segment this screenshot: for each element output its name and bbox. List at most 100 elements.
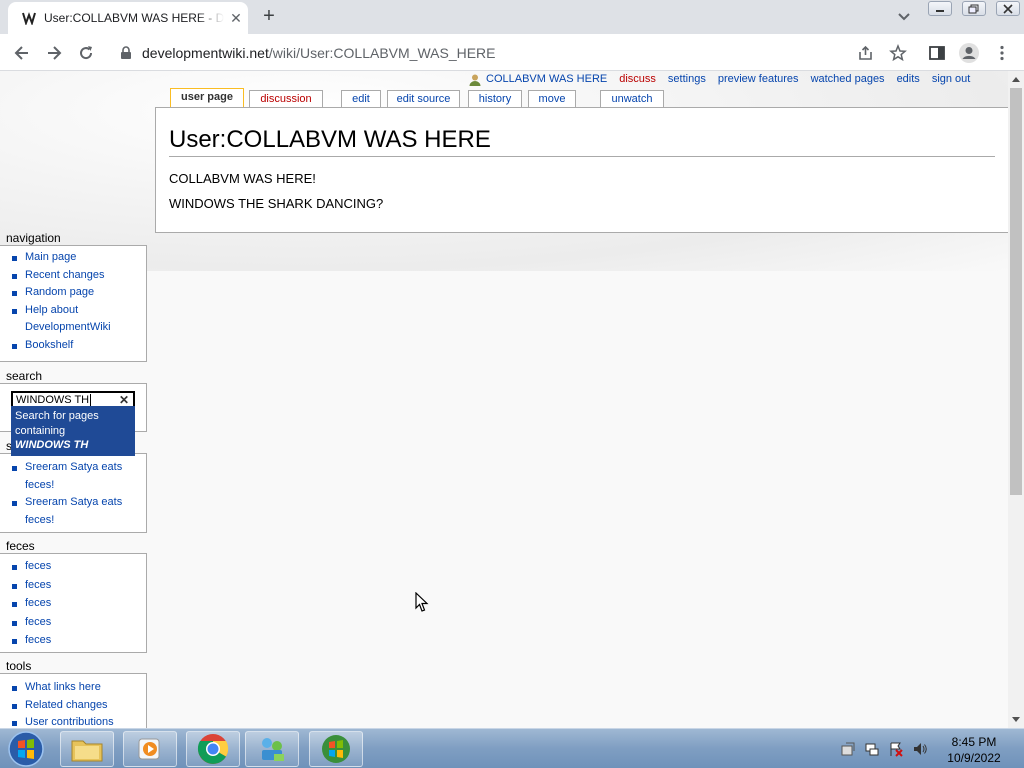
people-network-icon xyxy=(262,738,284,761)
side-panel-icon[interactable] xyxy=(928,44,946,62)
tab-edit[interactable]: edit xyxy=(341,90,381,108)
tab-edit-source[interactable]: edit source xyxy=(387,90,460,108)
tab-unwatch-link[interactable]: unwatch xyxy=(612,93,653,105)
sidebar-item-feces[interactable]: feces xyxy=(10,632,146,650)
navigation-portlet: Main page Recent changes Random page Hel… xyxy=(0,245,147,362)
sidebar-item-custom-2[interactable]: Sreeram Satya eats feces! xyxy=(10,494,146,529)
sidebar-item-feces-link[interactable]: feces xyxy=(25,579,51,591)
reload-icon[interactable] xyxy=(77,44,95,62)
share-icon[interactable] xyxy=(857,44,875,62)
sidebar-item-feces-link[interactable]: feces xyxy=(25,597,51,609)
taskbar-network-app[interactable] xyxy=(245,731,299,767)
profile-avatar-icon[interactable] xyxy=(959,43,979,63)
sidebar-item-related-changes[interactable]: Related changes xyxy=(10,697,146,715)
sidebar-item-user-contributions-link[interactable]: User contributions xyxy=(25,716,114,728)
sidebar-item-main-page[interactable]: Main page xyxy=(10,249,146,267)
sidebar-item-feces-link[interactable]: feces xyxy=(25,560,51,572)
tools-portlet: What links here Related changes User con… xyxy=(0,673,147,728)
custom-1-line2: feces! xyxy=(25,478,55,491)
lock-icon[interactable] xyxy=(120,46,132,59)
search-suggestion[interactable]: Search for pages containing WINDOWS TH xyxy=(11,406,135,456)
custom-2-line1: Sreeram Satya eats xyxy=(25,496,123,508)
sidebar-item-feces[interactable]: feces xyxy=(10,577,146,595)
sidebar-item-help[interactable]: Help about DevelopmentWiki xyxy=(10,302,146,337)
article-paragraph: COLLABVM WAS HERE! xyxy=(169,171,316,186)
taskbar-explorer[interactable] xyxy=(60,731,114,767)
sidebar-item-feces[interactable]: feces xyxy=(10,595,146,613)
sidebar-item-feces-link[interactable]: feces xyxy=(25,616,51,628)
sidebar-item-custom-1[interactable]: Sreeram Satya eats feces! xyxy=(10,459,146,494)
tab-edit-link[interactable]: edit xyxy=(352,93,370,105)
close-window-button[interactable] xyxy=(996,1,1020,16)
tab-move-link[interactable]: move xyxy=(539,93,566,105)
tab-edit-source-link[interactable]: edit source xyxy=(397,93,451,105)
personal-username-link[interactable]: COLLABVM WAS HERE xyxy=(486,73,607,87)
sidebar-item-recent-changes[interactable]: Recent changes xyxy=(10,267,146,285)
tab-history-link[interactable]: history xyxy=(479,93,511,105)
tab-move[interactable]: move xyxy=(528,90,576,108)
scroll-up-arrow-icon[interactable] xyxy=(1012,77,1020,82)
article-content: User:COLLABVM WAS HERE COLLABVM WAS HERE… xyxy=(155,107,1008,233)
new-tab-button[interactable]: + xyxy=(258,6,280,28)
folder-icon xyxy=(71,740,103,762)
sidebar-item-related-changes-link[interactable]: Related changes xyxy=(25,699,108,711)
sidebar-item-user-contributions[interactable]: User contributions xyxy=(10,714,146,728)
personal-edits-link[interactable]: edits xyxy=(897,73,920,87)
sidebar-item-random-page-link[interactable]: Random page xyxy=(25,286,94,298)
sidebar-item-random-page[interactable]: Random page xyxy=(10,284,146,302)
action-center-icon[interactable] xyxy=(840,741,856,757)
sidebar-item-custom-1-link[interactable]: Sreeram Satya eats feces! xyxy=(25,461,122,491)
browser-tab[interactable]: User:COLLABVM WAS HERE - DevelopmentWiki… xyxy=(8,2,248,34)
personal-watched-pages-link[interactable]: watched pages xyxy=(811,73,885,87)
menu-dots-icon[interactable] xyxy=(993,44,1011,62)
web-page: COLLABVM WAS HERE discuss settings previ… xyxy=(0,71,1008,728)
sidebar-item-feces[interactable]: feces xyxy=(10,558,146,576)
custom-portlet: Sreeram Satya eats feces! Sreeram Satya e… xyxy=(0,453,147,533)
media-player-icon xyxy=(138,738,160,760)
taskbar-windows-app[interactable] xyxy=(309,731,363,767)
volume-icon[interactable] xyxy=(912,741,928,757)
sidebar-item-recent-changes-link[interactable]: Recent changes xyxy=(25,269,105,281)
start-button-icon[interactable] xyxy=(6,730,46,768)
bookmark-star-icon[interactable] xyxy=(889,44,907,62)
restore-button[interactable] xyxy=(962,1,986,16)
chevron-down-icon[interactable] xyxy=(896,8,912,24)
back-arrow-icon[interactable] xyxy=(13,44,31,62)
tab-discussion-link[interactable]: discussion xyxy=(260,93,311,105)
tab-user-page[interactable]: user page xyxy=(170,88,244,108)
address-bar[interactable]: developmentwiki.net/wiki/User:COLLABVM_W… xyxy=(108,38,920,67)
sidebar-item-feces[interactable]: feces xyxy=(10,614,146,632)
personal-settings-link[interactable]: settings xyxy=(668,73,706,87)
sidebar-item-main-page-link[interactable]: Main page xyxy=(25,251,76,263)
page-scrollbar[interactable] xyxy=(1008,71,1024,728)
flag-alert-icon[interactable] xyxy=(888,741,904,757)
sidebar-item-bookshelf-link[interactable]: Bookshelf xyxy=(25,339,73,351)
browser-toolbar: developmentwiki.net/wiki/User:COLLABVM_W… xyxy=(0,34,1024,71)
tab-discussion[interactable]: discussion xyxy=(249,90,323,108)
sidebar-item-help-link[interactable]: Help about DevelopmentWiki xyxy=(25,304,111,334)
tab-history[interactable]: history xyxy=(468,90,522,108)
personal-discuss-link[interactable]: discuss xyxy=(619,73,656,87)
network-icon[interactable] xyxy=(864,741,880,757)
scrollbar-thumb[interactable] xyxy=(1010,88,1022,495)
windows-logo-icon xyxy=(322,735,350,763)
tab-title: User:COLLABVM WAS HERE - DevelopmentWiki xyxy=(44,11,224,25)
taskbar-media-player[interactable] xyxy=(123,731,177,767)
sidebar-item-custom-2-link[interactable]: Sreeram Satya eats feces! xyxy=(25,496,122,526)
sidebar-item-what-links-here-link[interactable]: What links here xyxy=(25,681,101,693)
sidebar-item-what-links-here[interactable]: What links here xyxy=(10,679,146,697)
clear-search-icon[interactable]: ✕ xyxy=(119,393,129,407)
tab-unwatch[interactable]: unwatch xyxy=(600,90,664,108)
minimize-button[interactable] xyxy=(928,1,952,16)
forward-arrow-icon[interactable] xyxy=(45,44,63,62)
personal-preview-features-link[interactable]: preview features xyxy=(718,73,799,87)
sidebar-item-bookshelf[interactable]: Bookshelf xyxy=(10,337,146,355)
system-clock[interactable]: 8:45 PM 10/9/2022 xyxy=(936,734,1012,766)
tab-user-page-link[interactable]: user page xyxy=(181,91,233,103)
sidebar-item-feces-link[interactable]: feces xyxy=(25,634,51,646)
clock-time: 8:45 PM xyxy=(951,735,997,749)
scroll-down-arrow-icon[interactable] xyxy=(1012,717,1020,722)
close-tab-icon[interactable]: ✕ xyxy=(228,10,244,26)
taskbar-chrome[interactable] xyxy=(186,731,240,767)
personal-sign-out-link[interactable]: sign out xyxy=(932,73,971,87)
